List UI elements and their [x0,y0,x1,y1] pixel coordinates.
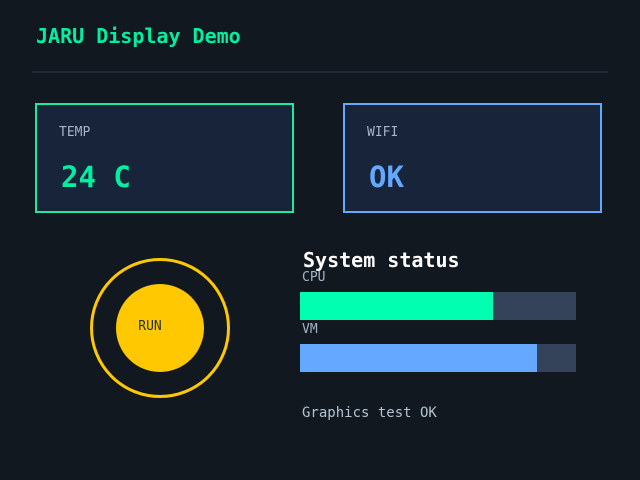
temp-value: 24 C [61,160,131,194]
run-indicator-label: RUN [138,319,162,334]
system-status-title: System status [303,248,460,272]
cpu-bar-label: CPU [302,270,326,285]
vm-bar-label: VM [302,322,318,337]
cpu-progress-fill [300,292,494,320]
app-title: JARU Display Demo [36,24,241,48]
vm-progress-fill [300,344,538,372]
vm-progress-bar [300,344,576,372]
wifi-card: WIFI OK [343,103,602,213]
wifi-label: WIFI [367,125,399,140]
footer-status-text: Graphics test OK [302,405,437,421]
header-divider [32,71,608,73]
temp-label: TEMP [59,125,91,140]
cpu-progress-bar [300,292,576,320]
temp-card: TEMP 24 C [35,103,294,213]
wifi-value: OK [369,160,404,194]
display-screen: JARU Display Demo TEMP 24 C WIFI OK RUN … [0,0,640,480]
